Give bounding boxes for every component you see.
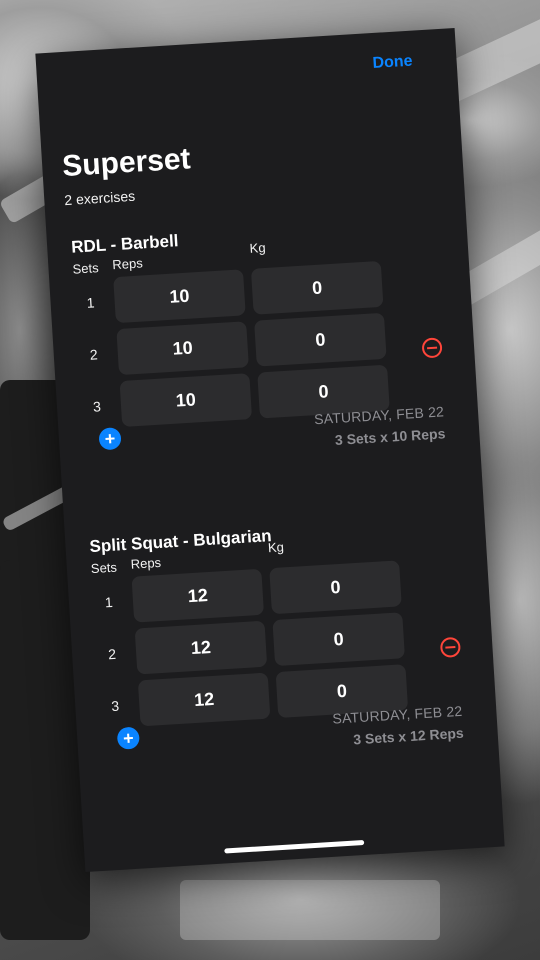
exercise-name: RDL - Barbell — [70, 231, 180, 257]
reps-input[interactable]: 12 — [131, 568, 265, 623]
kg-column-header: Kg — [267, 539, 285, 556]
reps-input[interactable]: 10 — [119, 373, 253, 427]
set-number: 3 — [92, 398, 102, 415]
reps-column-header: Reps — [130, 554, 162, 572]
minus-circle-icon[interactable] — [439, 636, 461, 658]
reps-column-header: Reps — [111, 255, 144, 273]
exercise-block: Split Squat - Bulgarian Sets Reps Kg 1 1… — [85, 514, 481, 807]
sets-column-header: Sets — [90, 559, 118, 577]
reps-input[interactable]: 12 — [137, 672, 271, 727]
weight-input[interactable]: 0 — [272, 612, 405, 667]
weight-input[interactable]: 0 — [254, 312, 387, 367]
weight-input[interactable]: 0 — [269, 560, 402, 615]
plus-circle-icon[interactable]: + — [116, 726, 140, 750]
exercise-block: RDL - Barbell Sets Reps Kg 1 10 0 2 10 0… — [67, 215, 463, 508]
weight-input[interactable]: 0 — [250, 260, 384, 315]
set-number: 3 — [110, 697, 120, 715]
reps-input[interactable]: 10 — [113, 269, 246, 324]
plus-circle-icon[interactable]: + — [98, 427, 122, 451]
set-number: 1 — [86, 294, 95, 311]
set-number: 2 — [89, 346, 99, 363]
sets-column-header: Sets — [72, 260, 100, 277]
sets-summary: 3 Sets x 10 Reps — [334, 425, 446, 448]
exercise-count: 2 exercises — [63, 187, 136, 209]
page-title: Superset — [61, 142, 192, 184]
exercise-name: Split Squat - Bulgarian — [88, 526, 273, 557]
set-number: 1 — [104, 593, 114, 611]
set-number: 2 — [107, 645, 117, 663]
reps-input[interactable]: 10 — [116, 321, 249, 376]
superset-modal: Done Superset 2 exercises RDL - Barbell … — [35, 27, 505, 873]
home-indicator — [224, 839, 365, 854]
reps-input[interactable]: 12 — [134, 620, 268, 675]
sets-summary: 3 Sets x 12 Reps — [352, 724, 465, 748]
kg-column-header: Kg — [249, 239, 266, 256]
done-button[interactable]: Done — [372, 53, 413, 73]
minus-circle-icon[interactable] — [421, 337, 443, 359]
